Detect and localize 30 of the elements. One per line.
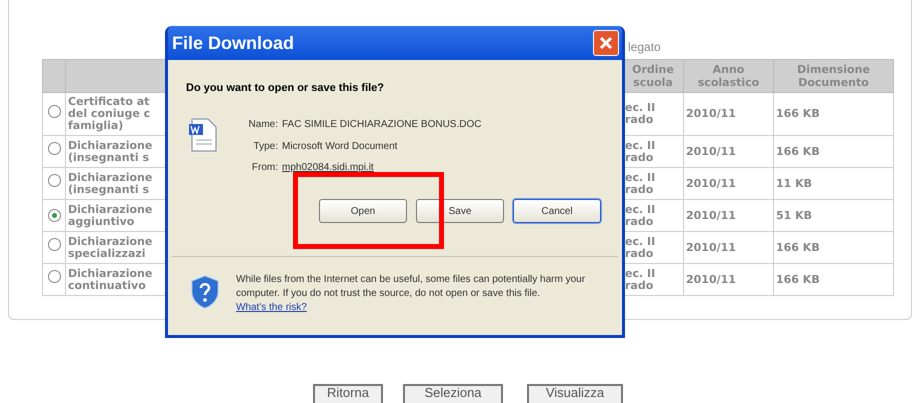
field-value: FAC SIMILE DICHIARAZIONE BONUS.DOC xyxy=(282,118,482,132)
close-icon xyxy=(599,36,613,50)
dialog-button[interactable]: Cancel xyxy=(513,199,601,223)
dialog-question: Do you want to open or save this file? xyxy=(186,81,384,96)
table-cell: 166 KB xyxy=(774,264,894,296)
close-button[interactable] xyxy=(593,30,619,56)
dialog-button[interactable]: Save xyxy=(416,199,504,223)
caption-text: legato xyxy=(628,39,661,56)
field-label: From: xyxy=(250,161,279,175)
warning-text: While files from the Internet can be useful, some files can potentially harm your computer. If you do not trust the source, do not open or save this file. What's the risk? xyxy=(236,273,586,315)
radio-button[interactable] xyxy=(48,209,60,222)
window-title: File Download xyxy=(172,32,294,54)
document-icon xyxy=(188,118,218,152)
table-cell: 2010/11 xyxy=(684,264,774,296)
radio-button[interactable] xyxy=(48,270,60,284)
form-button[interactable]: Ritorna xyxy=(313,384,383,403)
field-label: Type: xyxy=(252,140,279,154)
radio-button[interactable] xyxy=(48,104,60,118)
risk-link[interactable]: What's the risk? xyxy=(236,302,307,313)
field-value: Microsoft Word Document xyxy=(282,140,398,154)
field-label: Name: xyxy=(248,118,279,132)
radio-button[interactable] xyxy=(48,142,60,156)
dialog-button[interactable]: Open xyxy=(319,199,407,223)
shield-icon xyxy=(191,275,219,309)
radio-button[interactable] xyxy=(48,238,60,252)
header-cell xyxy=(42,60,66,92)
form-button[interactable]: Seleziona xyxy=(403,384,503,403)
form-button[interactable]: Visualizza xyxy=(527,384,623,403)
field-value: mph02084.sidi.mpi.it xyxy=(282,161,374,175)
radio-button[interactable] xyxy=(48,174,60,188)
